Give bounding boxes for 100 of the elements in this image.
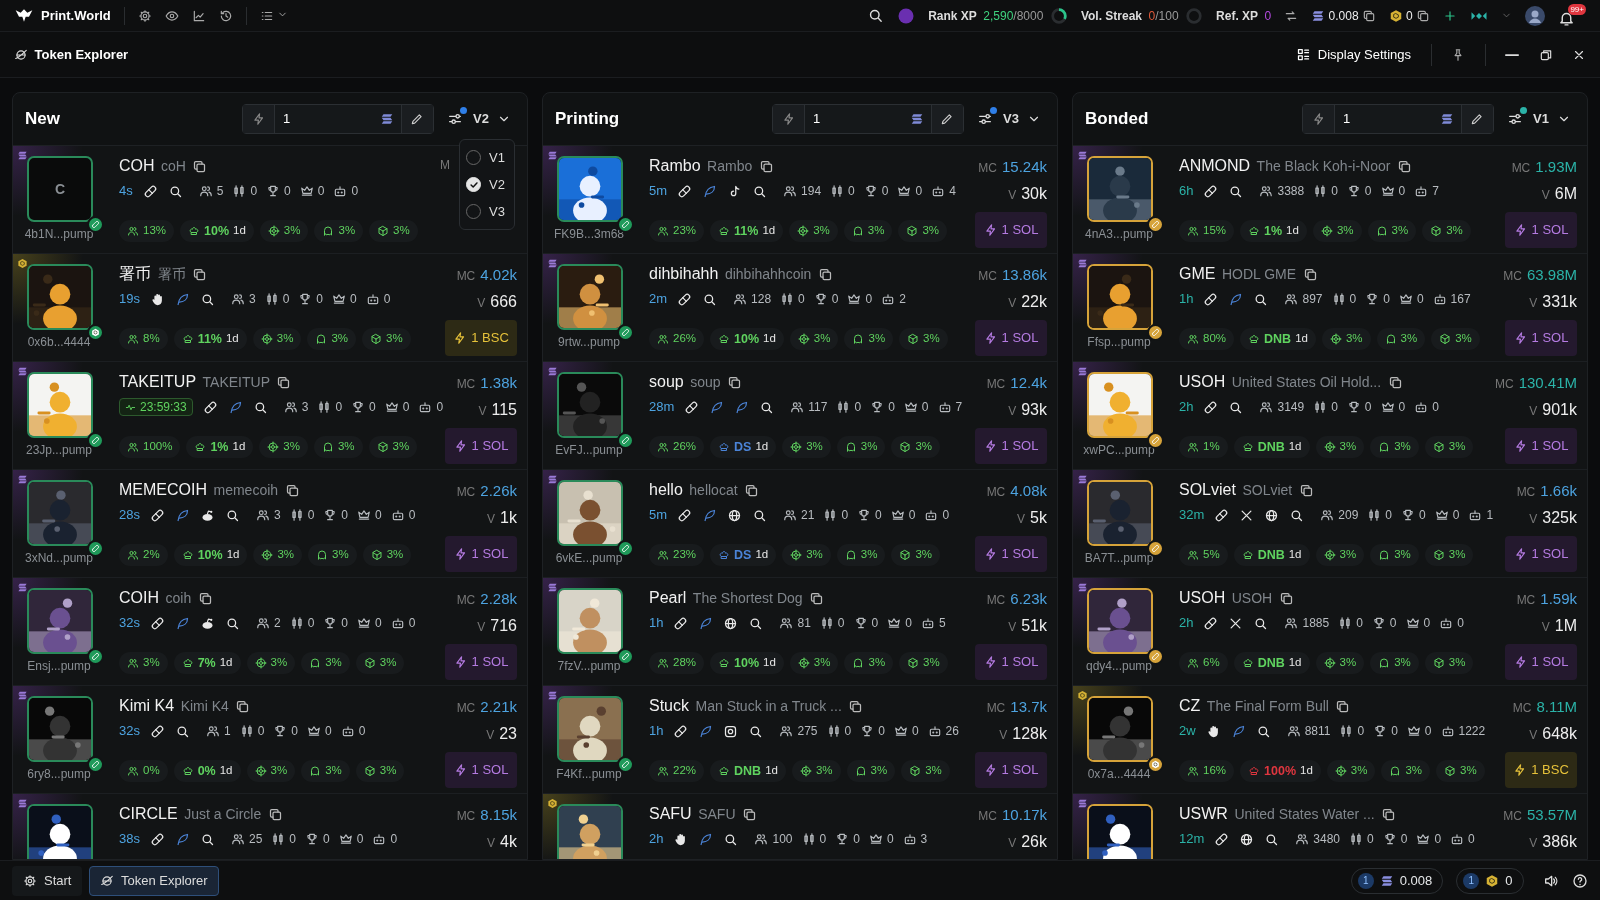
market-cap-label: MC [1516,592,1536,609]
stat-count: 0 [875,507,882,524]
token-ticker: Kimi K4 [180,696,229,716]
buy-button[interactable]: 1 SOL [975,644,1047,680]
stat-count: 7 [955,399,963,416]
token-address: 6vkE...pump [554,550,624,567]
volume-value: 648k [1542,724,1577,744]
token-age: 6h [1179,182,1194,201]
token-card[interactable]: 6vkE...pump hello hellocat 5m 21 0 0 0 0 23% DS 1d 3% 3% 3% MC 4.08k V 5k 1 SOL [543,470,1057,578]
buy-button[interactable]: 1 SOL [445,752,517,788]
token-ticker: United States Water ... [1234,804,1375,824]
streak-max: /100 [1155,8,1179,23]
token-ticker: USOH [1231,588,1273,608]
token-ticker: coH [161,156,186,176]
version-option[interactable]: V1 [466,144,508,171]
stat-count: 0 [848,183,855,200]
buy-button[interactable]: 1 SOL [975,752,1047,788]
token-card[interactable]: qdy4...pump USOH USOH 2h 1885 0 0 0 0 6% DNB 1d 3% 3% 3% MC 1.59k V 1M 1 SOL [1073,578,1587,686]
chip-value: 3% [143,655,160,671]
notifications-button[interactable]: 99+ [1558,4,1586,27]
buy-button[interactable]: 1 SOL [445,536,517,572]
market-cap-value: 6.23k [1010,589,1047,609]
amount-input[interactable]: 1 [1335,105,1441,133]
chip-age: 1d [219,763,233,779]
stat-count: 0 [341,615,349,632]
volume-label: V [1017,511,1026,528]
stat-count: 0 [436,399,444,416]
volume-label: V [999,727,1008,744]
token-ticker: Rambo [707,156,753,176]
stat-count: 0 [325,723,332,740]
stat-count: 0 [1383,291,1390,308]
stat-count: 5 [216,183,224,200]
buy-button[interactable]: 1 SOL [1505,536,1577,572]
token-card[interactable]: 6ry8...pump Kimi K4 Kimi K4 32s 1 0 0 0 0 0% 0% 1d 3% 3% 3% MC 2.21k V 23 1 SOL [13,686,527,794]
buy-button[interactable]: 1 SOL [1505,320,1577,356]
token-card[interactable]: 0x6b...4444 署币 署币 19s 3 0 0 0 0 8% 11% 1d 3% 3% 3% MC 4.02k V 666 1 BSC [13,254,527,362]
buy-button[interactable]: 1 SOL [445,428,517,464]
token-card[interactable]: F4Kf...pump Stuck Man Stuck in a Truck ... 1h 275 0 0 0 26 22% DNB 1d 3% 3% 3% MC 13.7k V 128k 1 SOL [543,686,1057,794]
buy-button[interactable]: 1 SOL [1505,428,1577,464]
version-dropdown[interactable]: V2 [469,109,515,129]
chip-value: DNB [734,762,762,780]
rank-label: Rank XP [928,7,977,25]
stat-count: 0 [798,291,805,308]
chip-value: 3% [1446,223,1463,239]
market-cap-value: 1.59k [1540,589,1577,609]
buy-button[interactable]: 1 SOL [1505,212,1577,248]
display-settings-button[interactable]: Display Settings [1296,44,1411,65]
token-card[interactable]: EvFJ...pump soup soup 28m 117 0 0 0 7 26% DS 1d 3% 3% 3% MC 12.4k V 93k 1 SOL [543,362,1057,470]
amount-input[interactable]: 1 [805,105,911,133]
volume-value: 115 [491,400,517,420]
token-card[interactable]: FK9B...3m68 Rambo Rambo 5m 194 0 0 0 4 23% 11% 1d 3% 3% 3% MC 15.24k V 30k 1 SOL [543,146,1057,254]
market-cap-label: MC [456,700,476,717]
ref-value: 0 [1264,7,1272,25]
chip-age: 1d [1288,439,1302,455]
buy-button[interactable]: 1 SOL [1505,644,1577,680]
token-ticker: SOLviet [1242,480,1293,500]
volume-value: 901k [1542,400,1577,420]
token-age: 32s [119,722,140,741]
volume-label: V [1529,295,1538,312]
start-button[interactable]: Start [12,865,83,896]
token-address: BA7T...pump [1083,550,1155,567]
buy-button[interactable]: 1 SOL [975,320,1047,356]
taskbar-app[interactable]: Token Explorer [88,865,219,896]
token-card[interactable]: 9rtw...pump dihbihahh dihbihahhcoin 2m 128 0 0 0 2 26% 10% 1d 3% 3% 3% MC 13.86k V 22k 1 SOL [543,254,1057,362]
buy-button[interactable]: 1 SOL [975,428,1047,464]
buy-button[interactable]: 1 BSC [1505,752,1577,788]
token-card[interactable]: xwPC...pump USOH United States Oil Hold... 2h 3149 0 0 0 0 1% DNB 1d 3% 3% 3% MC 130.41M V 901k 1 SOL [1073,362,1587,470]
stat-count: 7 [1432,183,1439,200]
token-address: 4nA3...pump [1083,226,1154,243]
version-option[interactable]: V2 [466,171,508,198]
buy-button[interactable]: 1 SOL [975,536,1047,572]
stat-count: 0 [375,507,382,524]
stat-count: 0 [865,291,873,308]
token-card[interactable]: Ffsp...pump GME HODL GME 1h 897 0 0 0 167 80% DNB 1d 3% 3% 3% MC 63.98M V 331k 1 SOL [1073,254,1587,362]
token-name: SOLviet [1179,480,1236,500]
buy-button[interactable]: 1 SOL [975,212,1047,248]
buy-button[interactable]: 1 SOL [445,644,517,680]
token-card[interactable]: 23Jp...pump TAKEITUP TAKEITUP 23:59:33 3 0 0 0 0 100% 1% 1d 3% 3% 3% MC 1.38k V 115 1 SOL [13,362,527,470]
token-card[interactable]: 3xNd...pump MEMECOIH memecoih 28s 3 0 0 0 0 2% 10% 1d 3% 3% 3% MC 2.26k V 1k 1 SOL [13,470,527,578]
stat-count: 0 [358,723,366,740]
filter-field[interactable]: 1 [242,104,434,134]
stat-count: 0 [291,723,299,740]
version-option[interactable]: V3 [466,198,508,225]
token-card[interactable]: 4nA3...pump ANMOND The Black Koh-i-Noor 6h 3388 0 0 0 7 15% 1% 1d 3% 3% 3% MC 1.93M V 6M 1 SOL [1073,146,1587,254]
token-card[interactable]: Ensj...pump COIH coih 32s 2 0 0 0 0 3% 7% 1d 3% 3% 3% MC 2.28k V 716 1 SOL [13,578,527,686]
filter-field[interactable]: 1 [1302,104,1494,134]
version-dropdown[interactable]: V1 [1529,109,1575,129]
token-card[interactable]: BA7T...pump SOLviet SOLviet 32m 209 0 0 0 1 5% DNB 1d 3% 3% 3% MC 1.66k V 325k 1 SOL [1073,470,1587,578]
chip-value: 11% [197,330,222,348]
filter-field[interactable]: 1 [772,104,964,134]
amount-input[interactable]: 1 [275,105,381,133]
buy-button[interactable]: 1 BSC [445,320,517,356]
token-card[interactable]: 0x7a...4444 CZ The Final Form Bull 2w 8811 0 0 0 1222 16% 100% 1d 3% 3% 3% MC 8.11M V 648k 1 BSC [1073,686,1587,794]
market-cap-value: 8.11M [1536,697,1577,717]
market-cap-value: 63.98M [1526,265,1577,285]
chip-value: 3% [1339,439,1357,455]
market-cap-label: MC [456,484,476,501]
token-address: 4b1N...pump [23,226,95,243]
version-dropdown[interactable]: V3 [999,109,1045,129]
token-card[interactable]: 7fzV...pump Pearl The Shortest Dog 1h 81 0 0 0 5 28% 10% 1d 3% 3% 3% MC 6.23k V 51k 1 SOL [543,578,1057,686]
